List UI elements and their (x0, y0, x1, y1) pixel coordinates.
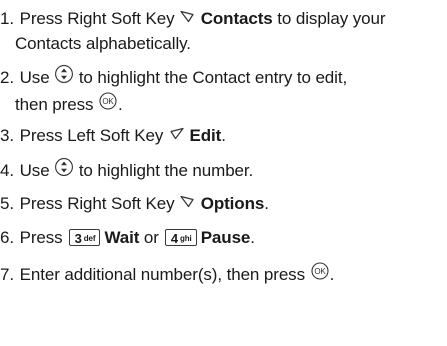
ok-key-icon: OK (98, 91, 118, 118)
step-text: Enter additional number(s), then press (19, 264, 305, 284)
step-period: . (221, 126, 226, 145)
left-soft-key-icon (168, 124, 185, 148)
step-1: 1. Press Right Soft Key Contacts to disp… (0, 7, 447, 56)
instructions-page: 1. Press Right Soft Key Contacts to disp… (0, 0, 447, 346)
right-soft-key-icon (179, 7, 196, 31)
key-digit: 3 (74, 231, 82, 247)
step-continuation: Contacts alphabetically. (15, 33, 191, 53)
step-period: . (250, 228, 255, 247)
navigation-key-icon (54, 64, 74, 91)
step-period: . (329, 264, 335, 284)
step-5: 5. Press Right Soft Key Options. (0, 192, 447, 217)
key-4-icon: 4 ghi (164, 229, 197, 247)
key-3-icon: 3 def (68, 229, 101, 247)
step-text: or (143, 228, 159, 247)
step-number: 4. (0, 160, 14, 180)
step-bold-label: Wait (104, 228, 140, 247)
step-bold-label: Options (200, 194, 265, 213)
step-number: 6. (0, 228, 14, 247)
step-text: Use (19, 160, 50, 180)
step-period: . (118, 94, 123, 114)
step-text: Use (19, 67, 50, 87)
step-number: 7. (0, 264, 14, 284)
step-number: 3. (0, 126, 14, 145)
svg-text:OK: OK (102, 97, 114, 106)
key-digit: 4 (170, 231, 178, 247)
step-bold-label: Edit (189, 126, 222, 145)
step-text: Press Right Soft Key (19, 9, 175, 28)
ok-key-icon: OK (310, 261, 330, 288)
step-period: . (264, 194, 269, 213)
step-text: to highlight the number. (78, 160, 254, 180)
step-7: 7. Enter additional number(s), then pres… (0, 262, 447, 289)
right-soft-key-icon (179, 192, 196, 216)
step-text: Press Left Soft Key (19, 126, 164, 145)
step-text: to highlight the Contact entry to edit, (78, 67, 348, 87)
step-6: 6. Press 3 def Wait or 4 ghi Pause. (0, 226, 447, 250)
step-text: Press (19, 228, 63, 247)
svg-text:OK: OK (314, 267, 326, 276)
step-number: 2. (0, 67, 14, 87)
navigation-key-icon (54, 157, 74, 184)
key-letters: def (83, 234, 96, 244)
step-number: 5. (0, 194, 14, 213)
step-bold-label: Contacts (200, 9, 273, 28)
step-bold-label: Pause (200, 228, 251, 247)
step-4: 4. Use to highlight the number. (0, 158, 447, 185)
step-text: to display your (277, 9, 386, 28)
step-2: 2. Use to highlight the Contact entry to… (0, 65, 447, 119)
step-number: 1. (0, 9, 14, 28)
step-text: Press Right Soft Key (19, 194, 175, 213)
step-3: 3. Press Left Soft Key Edit. (0, 124, 447, 149)
key-letters: ghi (179, 234, 192, 244)
step-continuation: then press (15, 94, 94, 114)
